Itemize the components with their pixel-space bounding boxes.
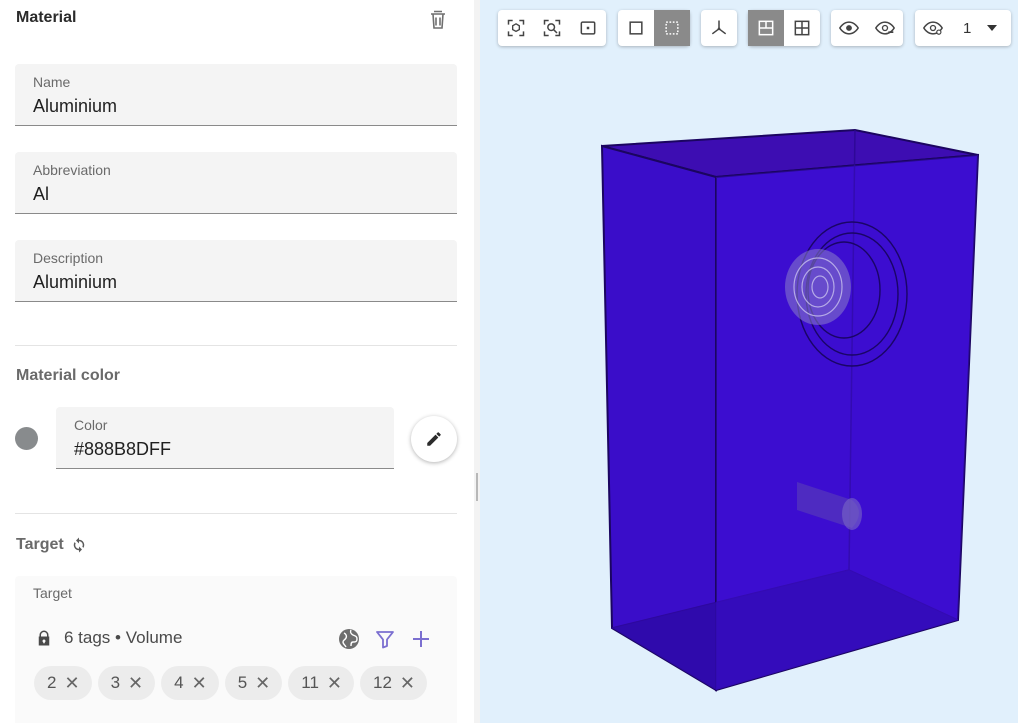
description-value[interactable]: Aluminium: [33, 272, 117, 293]
refresh-icon[interactable]: [70, 536, 88, 554]
pencil-icon: [427, 432, 441, 446]
material-color-heading: Material color: [16, 367, 121, 384]
divider: [15, 345, 457, 346]
tag-chip[interactable]: 2 ✕: [34, 666, 92, 700]
tag-chip[interactable]: 5 ✕: [224, 666, 283, 700]
globe-icon[interactable]: [337, 627, 361, 651]
tag-chip[interactable]: 11 ✕: [288, 666, 354, 700]
add-tag-icon[interactable]: [409, 627, 433, 651]
remove-tag-icon[interactable]: ✕: [400, 674, 415, 692]
target-heading: Target: [16, 536, 64, 553]
remove-tag-icon[interactable]: ✕: [64, 674, 79, 692]
tag-chip[interactable]: 12 ✕: [360, 666, 428, 700]
edit-color-button[interactable]: [411, 416, 457, 462]
color-value[interactable]: #888B8DFF: [74, 439, 171, 460]
material-panel: Material Name Aluminium Abbreviation Al …: [0, 0, 474, 723]
trash-icon: [431, 10, 445, 29]
target-box: Target 6 tags • Volume 2 ✕ 3 ✕ 4 ✕ 5 ✕ 11 ✕ 1…: [15, 576, 457, 723]
color-swatch[interactable]: [15, 427, 38, 450]
3d-model[interactable]: [480, 0, 1018, 723]
splitter-grip[interactable]: [476, 473, 478, 501]
lock-icon: [38, 630, 50, 646]
tags-summary: 6 tags • Volume: [64, 628, 183, 647]
name-value[interactable]: Aluminium: [33, 96, 117, 117]
remove-tag-icon[interactable]: ✕: [192, 674, 207, 692]
tag-chip[interactable]: 3 ✕: [97, 666, 156, 700]
color-field[interactable]: Color #888B8DFF: [56, 407, 394, 469]
panel-title: Material: [16, 9, 77, 26]
remove-tag-icon[interactable]: ✕: [327, 674, 342, 692]
abbreviation-value[interactable]: Al: [33, 184, 49, 205]
tag-chip[interactable]: 4 ✕: [161, 666, 219, 700]
tag-chips: 2 ✕ 3 ✕ 4 ✕ 5 ✕ 11 ✕ 12 ✕: [34, 666, 428, 700]
abbreviation-label: Abbreviation: [33, 162, 111, 178]
name-field[interactable]: Name Aluminium: [15, 64, 457, 126]
remove-tag-icon[interactable]: ✕: [128, 674, 143, 692]
remove-tag-icon[interactable]: ✕: [255, 674, 270, 692]
color-label: Color: [74, 417, 108, 433]
description-field[interactable]: Description Aluminium: [15, 240, 457, 302]
description-label: Description: [33, 250, 104, 266]
divider: [15, 513, 457, 514]
delete-button[interactable]: [426, 8, 450, 32]
abbreviation-field[interactable]: Abbreviation Al: [15, 152, 457, 214]
filter-icon[interactable]: [373, 627, 397, 651]
name-label: Name: [33, 74, 71, 90]
target-box-label: Target: [33, 585, 72, 601]
